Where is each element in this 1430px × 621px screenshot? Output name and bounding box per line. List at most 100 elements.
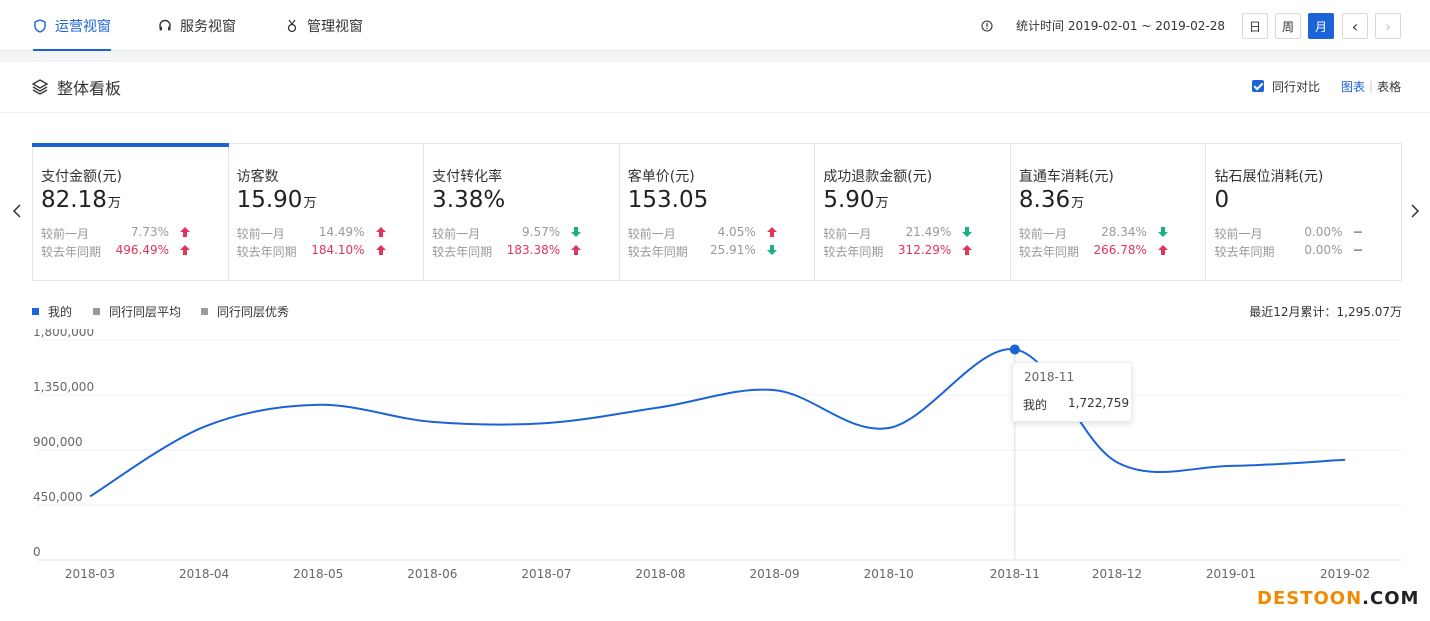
tab-label: 服务视窗 xyxy=(180,18,236,35)
dash-icon xyxy=(1354,231,1363,233)
kpi-number: 8.36 xyxy=(1018,187,1071,213)
x-tick-label: 2018-04 xyxy=(179,567,229,581)
kpi-name: 支付转化率 xyxy=(432,169,503,185)
kpi-card[interactable]: 直通车消耗(元) 8.36万 较前一月 28.34% 较去年同期 266.78% xyxy=(1011,144,1207,280)
kpi-number: 82.18 xyxy=(41,187,107,213)
tab-management[interactable]: 管理视窗 xyxy=(285,0,363,51)
kpi-mom-label: 较前一月 xyxy=(1214,227,1263,241)
kpi-mom-label: 较前一月 xyxy=(236,227,285,241)
x-tick-label: 2019-02 xyxy=(1320,567,1370,581)
x-tick-label: 2018-06 xyxy=(407,567,457,581)
tab-label: 运营视窗 xyxy=(55,18,111,35)
arrow-up-icon xyxy=(180,227,190,237)
x-tick-label: 2018-08 xyxy=(635,567,685,581)
period-month-button[interactable]: 月 xyxy=(1308,13,1334,39)
legend-swatch xyxy=(32,308,39,315)
x-tick-label: 2018-07 xyxy=(521,567,571,581)
kpi-mom-label: 较前一月 xyxy=(823,227,872,241)
arrow-down-icon xyxy=(766,245,777,255)
kpi-yoy-label: 较去年同期 xyxy=(41,245,102,259)
view-toggle: 图表 | 表格 xyxy=(1341,62,1401,110)
kpi-card[interactable]: 客单价(元) 153.05 较前一月 4.05% 较去年同期 25.91% xyxy=(620,144,816,280)
x-tick-label: 2018-03 xyxy=(65,567,115,581)
kpi-number: 15.90 xyxy=(236,187,303,213)
period-week-button[interactable]: 周 xyxy=(1275,13,1301,39)
tab-service[interactable]: 服务视窗 xyxy=(158,0,236,51)
x-tick-label: 2018-09 xyxy=(750,567,800,581)
kpi-unit: 万 xyxy=(1071,196,1085,211)
arrow-up-icon xyxy=(375,227,386,237)
medal-icon xyxy=(287,19,297,32)
kpi-value: 5.90万 xyxy=(823,187,888,213)
tooltip-series-label: 我的 xyxy=(1023,398,1048,412)
kpi-number: 0 xyxy=(1214,187,1230,213)
kpi-card[interactable]: 支付转化率 3.38% 较前一月 9.57% 较去年同期 183.38% xyxy=(424,144,620,280)
cards-next-arrow[interactable] xyxy=(1409,202,1421,223)
brand-watermark: DESTOON.COM xyxy=(1257,588,1419,609)
kpi-mom-label: 较前一月 xyxy=(432,227,481,241)
tab-operations[interactable]: 运营视窗 xyxy=(33,0,111,51)
kpi-name: 客单价(元) xyxy=(627,169,695,185)
prev-period-button[interactable]: ‹ xyxy=(1342,13,1368,39)
y-tick-label: 1,350,000 xyxy=(33,380,94,394)
view-chart-link[interactable]: 图表 xyxy=(1341,78,1365,95)
legend-label: 我的 xyxy=(48,305,73,319)
period-day-button[interactable]: 日 xyxy=(1242,13,1268,39)
kpi-number: 153.05 xyxy=(627,187,709,213)
highlighted-data-point[interactable] xyxy=(1009,344,1020,355)
legend-label: 同行同层优秀 xyxy=(217,305,290,319)
kpi-unit: 万 xyxy=(875,196,889,211)
kpi-card[interactable]: 钻石展位消耗(元) 0 较前一月 0.00% 较去年同期 0.00% xyxy=(1206,144,1401,280)
legend-item-peer-average[interactable]: 同行同层平均 xyxy=(93,303,181,320)
arrow-up-icon xyxy=(180,245,190,255)
tooltip-value: 1,722,759 xyxy=(1068,396,1130,410)
headset-icon xyxy=(159,19,171,30)
x-tick-label: 2019-01 xyxy=(1206,567,1256,581)
kpi-value: 82.18万 xyxy=(41,187,121,213)
kpi-card[interactable]: 访客数 15.90万 较前一月 14.49% 较去年同期 184.10% xyxy=(229,144,425,280)
overview-panel: 整体看板 同行对比 图表 | 表格 支付金额(元) 82.18万 较前一月 7.73%… xyxy=(0,62,1430,621)
kpi-card[interactable]: 支付金额(元) 82.18万 较前一月 7.73% 较去年同期 496.49% xyxy=(32,143,229,280)
kpi-name: 成功退款金额(元) xyxy=(823,169,933,185)
cards-prev-arrow[interactable] xyxy=(11,202,23,223)
x-tick-label: 2018-11 xyxy=(990,567,1040,581)
kpi-cards: 支付金额(元) 82.18万 较前一月 7.73% 较去年同期 496.49% 访客数 15.… xyxy=(32,143,1402,281)
kpi-name: 直通车消耗(元) xyxy=(1018,169,1114,185)
kpi-value: 8.36万 xyxy=(1019,187,1084,213)
kpi-name: 钻石展位消耗(元) xyxy=(1214,169,1324,185)
series-line-mine[interactable] xyxy=(89,348,1346,498)
arrow-down-icon xyxy=(962,227,973,237)
legend-item-peer-excellent[interactable]: 同行同层优秀 xyxy=(201,303,289,320)
shield-icon xyxy=(34,18,46,33)
kpi-yoy-label: 较去年同期 xyxy=(627,245,688,259)
kpi-yoy-label: 较去年同期 xyxy=(236,245,297,259)
arrow-up-icon xyxy=(375,245,386,255)
y-tick-label: 900,000 xyxy=(33,435,83,449)
compare-checkbox[interactable]: 同行对比 xyxy=(1252,62,1320,110)
trend-line-chart[interactable]: 1,800,000 1,350,000 900,000 450,000 0 2018-03… xyxy=(0,329,1430,621)
legend-item-mine[interactable]: 我的 xyxy=(32,303,72,320)
info-icon[interactable] xyxy=(981,0,993,51)
view-table-link[interactable]: 表格 xyxy=(1377,78,1401,95)
kpi-yoy-label: 较去年同期 xyxy=(1214,245,1275,259)
kpi-name: 支付金额(元) xyxy=(41,169,122,185)
y-tick-label: 0 xyxy=(33,545,41,559)
next-period-button[interactable]: › xyxy=(1375,13,1401,39)
layers-icon xyxy=(31,79,49,95)
kpi-card[interactable]: 成功退款金额(元) 5.90万 较前一月 21.49% 较去年同期 312.29% xyxy=(815,144,1011,280)
brand-part: DESTOON xyxy=(1257,588,1363,609)
tab-label: 管理视窗 xyxy=(307,18,363,35)
arrow-down-icon xyxy=(1157,227,1168,237)
kpi-number: 3.38% xyxy=(432,187,506,213)
checkbox-checked-icon[interactable] xyxy=(1252,80,1264,92)
kpi-unit: 万 xyxy=(303,196,317,211)
kpi-unit: 万 xyxy=(107,196,121,211)
kpi-mom-label: 较前一月 xyxy=(41,227,90,241)
legend-swatch xyxy=(93,308,100,315)
x-tick-label: 2018-05 xyxy=(293,567,343,581)
kpi-mom-label: 较前一月 xyxy=(627,227,676,241)
kpi-value: 153.05 xyxy=(628,187,709,213)
kpi-value: 15.90万 xyxy=(237,187,317,213)
divider xyxy=(0,112,1430,113)
y-tick-label: 1,800,000 xyxy=(33,329,94,339)
